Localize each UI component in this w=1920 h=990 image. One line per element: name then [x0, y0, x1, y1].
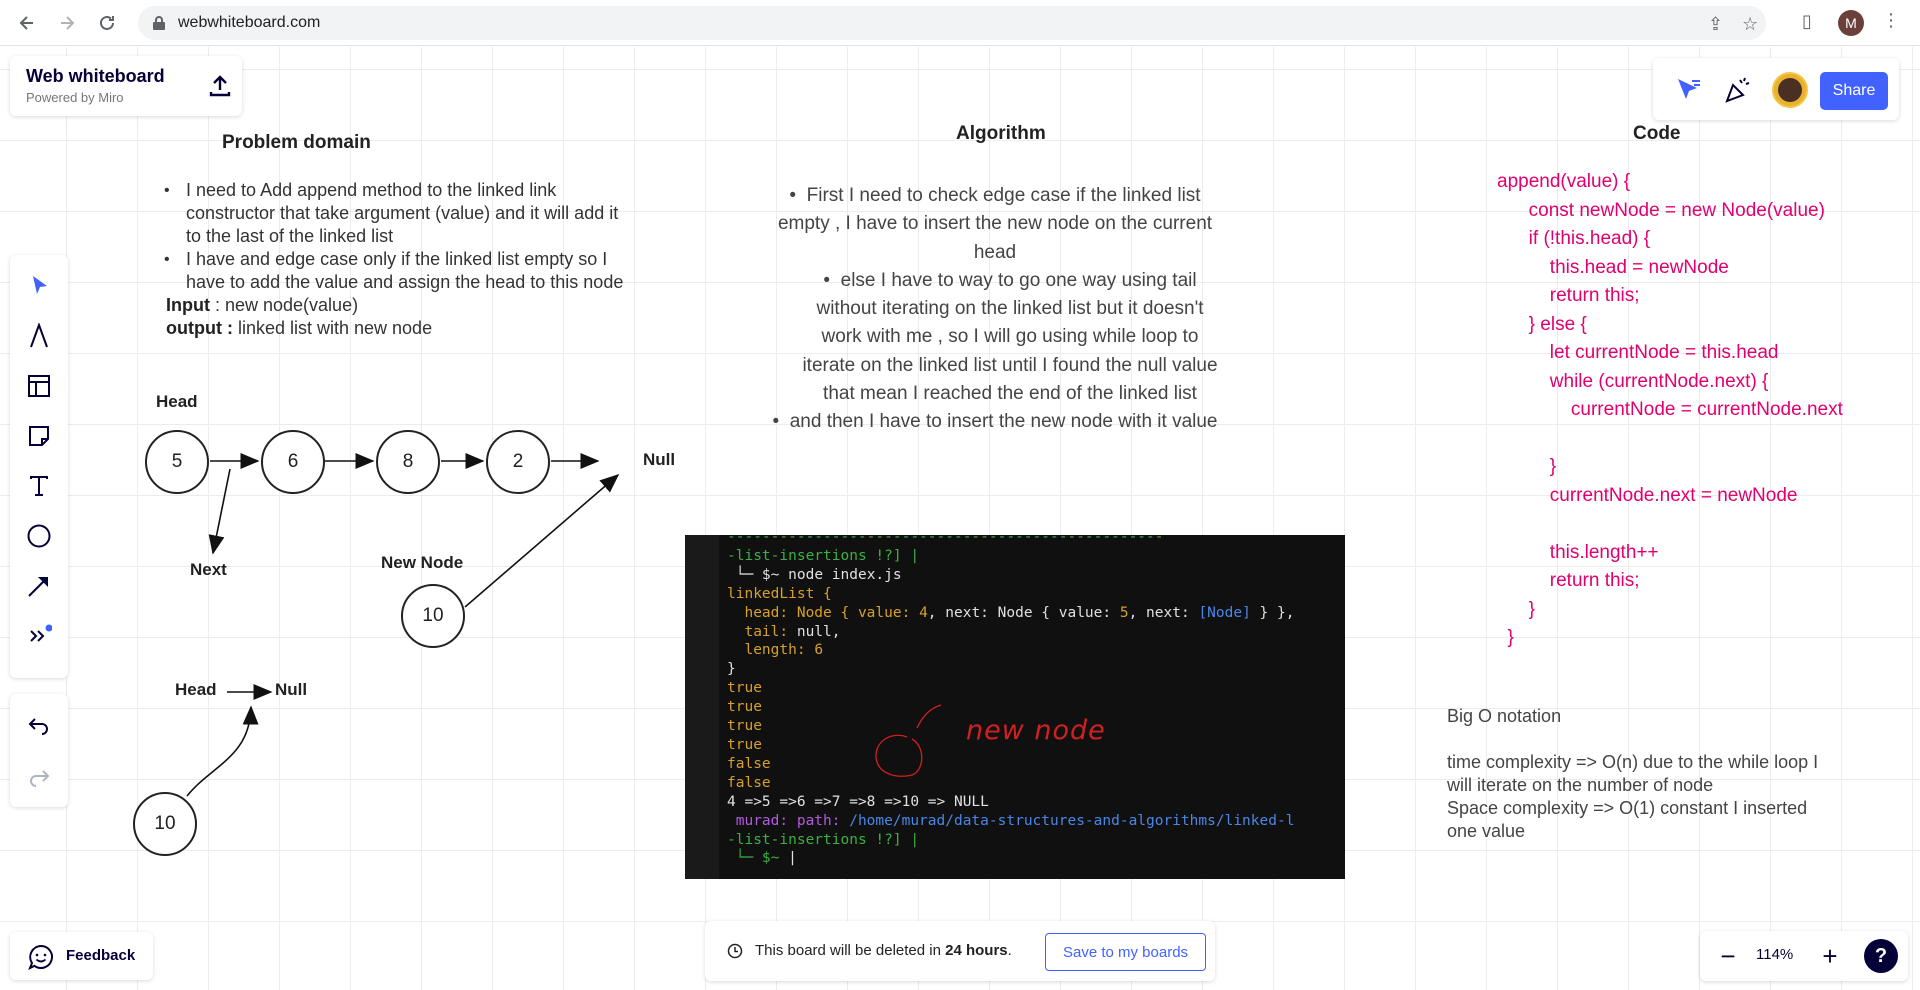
new-node-label[interactable]: New Node	[381, 553, 463, 573]
profile-avatar[interactable]: M	[1838, 10, 1864, 36]
head-label-empty-case[interactable]: Head	[175, 680, 217, 700]
list-node[interactable]: 8	[376, 430, 440, 494]
big-o-notes[interactable]: Big O notation time complexity => O(n) d…	[1447, 705, 1827, 843]
save-to-boards-button[interactable]: Save to my boards	[1045, 933, 1206, 971]
browser-menu-icon[interactable]: ⋮	[1882, 10, 1900, 31]
null-label[interactable]: Null	[643, 450, 675, 470]
algorithm-bullet: • else I have to way to go one way using…	[765, 267, 1225, 408]
address-bar[interactable]: webwhiteboard.com ⇪ ☆	[138, 6, 1766, 40]
bullet-dot: •	[772, 411, 790, 433]
collaboration-panel: Share	[1653, 58, 1899, 120]
algorithm-bullet-text: else I have to way to go one way using t…	[802, 269, 1218, 405]
algorithm-text[interactable]: • First I need to check edge case if the…	[765, 182, 1225, 437]
linked-list-arrows	[186, 453, 620, 797]
deletion-notice-text: This board will be deleted in 24 hours.	[755, 942, 1012, 959]
head-label[interactable]: Head	[156, 392, 198, 412]
next-label[interactable]: Next	[190, 560, 227, 580]
handwritten-annotation: new node	[875, 704, 1106, 777]
zoom-in-icon[interactable]: +	[1815, 941, 1845, 971]
bullet-dot: •	[789, 185, 807, 206]
back-arrow-icon[interactable]	[12, 8, 42, 38]
space-complexity-text: Space complexity => O(1) constant I inse…	[1447, 798, 1808, 841]
lock-icon	[152, 15, 166, 36]
browser-toolbar: webwhiteboard.com ⇪ ☆ ▯ M ⋮	[0, 0, 1920, 46]
new-node-circle[interactable]: 10	[401, 584, 465, 648]
side-panel-icon[interactable]: ▯	[1802, 11, 1812, 32]
terminal-screenshot[interactable]: ----------------------------------------…	[685, 535, 1345, 879]
list-node[interactable]: 2	[486, 430, 550, 494]
algorithm-bullet-text: First I need to check edge case if the l…	[777, 185, 1213, 263]
algorithm-bullet-text: and then I have to insert the new node w…	[789, 411, 1218, 433]
new-node-circle-empty-case[interactable]: 10	[133, 792, 197, 856]
code-snippet[interactable]: append(value) { const newNode = new Node…	[1497, 168, 1843, 653]
list-node[interactable]: 6	[261, 430, 325, 494]
time-complexity-text: time complexity => O(n) due to the while…	[1447, 752, 1819, 795]
feedback-icon	[28, 944, 54, 975]
clock-icon	[727, 943, 743, 964]
list-node[interactable]: 5	[145, 430, 209, 494]
help-icon[interactable]: ?	[1864, 939, 1898, 973]
presenter-cursor-icon[interactable]	[1675, 76, 1703, 107]
deletion-notice: This board will be deleted in 24 hours. …	[705, 921, 1215, 981]
bookmark-star-icon[interactable]: ☆	[1742, 14, 1758, 35]
algorithm-bullet: • and then I have to insert the new node…	[765, 408, 1225, 436]
user-avatar[interactable]	[1772, 72, 1808, 108]
zoom-out-icon[interactable]: −	[1713, 941, 1743, 971]
bullet-dot: •	[823, 269, 841, 291]
share-button[interactable]: Share	[1820, 72, 1888, 110]
zoom-controls: − 114% + ?	[1700, 931, 1908, 981]
feedback-button[interactable]: Feedback	[10, 932, 153, 980]
null-label-empty-case[interactable]: Null	[275, 680, 307, 700]
annotation-text: new node	[966, 715, 1106, 746]
url-text: webwhiteboard.com	[178, 14, 321, 31]
reload-icon[interactable]	[92, 8, 122, 38]
algorithm-bullet: • First I need to check edge case if the…	[765, 182, 1225, 267]
algorithm-heading[interactable]: Algorithm	[956, 123, 1046, 145]
share-page-icon[interactable]: ⇪	[1708, 14, 1723, 35]
whiteboard-canvas[interactable]: Web whiteboard Powered by Miro Share Pro…	[0, 47, 1920, 990]
big-o-title: Big O notation	[1447, 706, 1562, 726]
celebrate-icon[interactable]	[1723, 74, 1753, 109]
zoom-level[interactable]: 114%	[1756, 946, 1793, 963]
feedback-label: Feedback	[66, 947, 136, 964]
code-heading[interactable]: Code	[1633, 123, 1681, 145]
forward-arrow-icon[interactable]	[52, 8, 82, 38]
